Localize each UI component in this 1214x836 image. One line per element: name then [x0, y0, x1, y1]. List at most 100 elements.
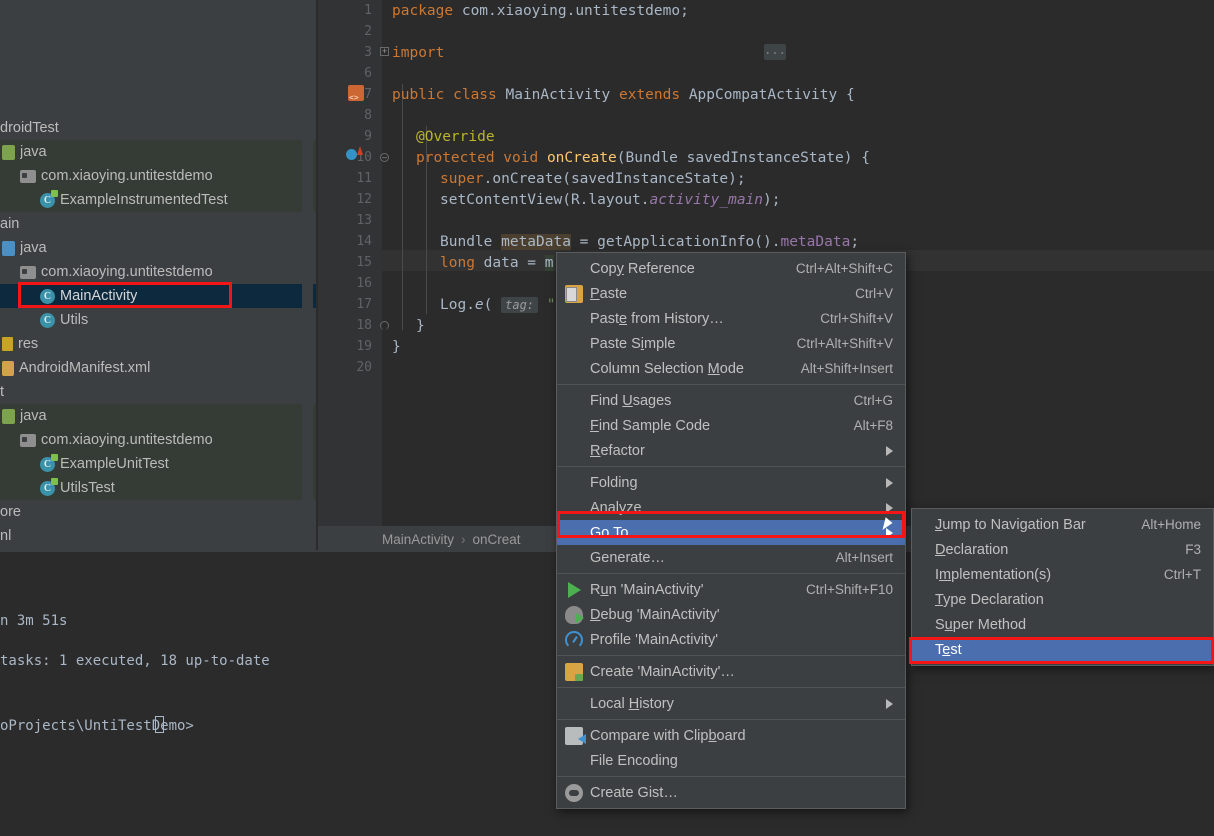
menu-item-analyze[interactable]: Analyze: [557, 495, 905, 520]
menu-item-label: Test: [935, 641, 962, 658]
fold-collapse-icon[interactable]: –: [380, 153, 389, 162]
tree-row[interactable]: com.xiaoying.untitestdemo: [0, 164, 318, 188]
menu-item-paste-from-history[interactable]: Paste from History… Ctrl+Shift+V: [557, 306, 905, 331]
menu-item-label: Copy Reference: [590, 260, 695, 277]
tree-row-label: t: [0, 384, 5, 400]
menu-item-label: Column Selection Mode: [590, 360, 744, 377]
chevron-right-icon: [886, 502, 893, 513]
menu-separator: [557, 687, 905, 688]
compare-icon: [565, 726, 586, 745]
tree-row[interactable]: java: [0, 404, 318, 428]
src-test-icon: [2, 408, 15, 424]
menu-item-label: Compare with Clipboard: [590, 727, 746, 744]
code-line-1: package com.xiaoying.untitestdemo;: [392, 3, 689, 19]
menu-item-go-to[interactable]: Go To: [557, 520, 905, 545]
tree-row[interactable]: C Utils: [0, 308, 318, 332]
menu-item-label: Jump to Navigation Bar: [935, 516, 1086, 533]
menu-item-column-selection-mode[interactable]: Column Selection Mode Alt+Shift+Insert: [557, 356, 905, 381]
menu-item-create-gist[interactable]: Create Gist…: [557, 780, 905, 805]
tree-row[interactable]: AndroidManifest.xml: [0, 356, 318, 380]
code-line-10: protected void onCreate(Bundle savedInst…: [416, 150, 870, 166]
menu-item-compare-with-clipboard[interactable]: Compare with Clipboard: [557, 723, 905, 748]
tree-row-label: ExampleInstrumentedTest: [60, 192, 228, 208]
breadcrumb-item-method[interactable]: onCreat: [473, 532, 521, 547]
menu-item-test[interactable]: Test: [912, 637, 1213, 662]
create-config-icon: [565, 662, 583, 681]
tree-row[interactable]: ain: [0, 212, 318, 236]
menu-item-super-method[interactable]: Super Method: [912, 612, 1213, 637]
tree-row[interactable]: res: [0, 332, 318, 356]
menu-item-profile-mainactivity[interactable]: Profile 'MainActivity': [557, 627, 905, 652]
line-number: 6: [364, 66, 372, 81]
menu-item-copy-reference[interactable]: Copy Reference Ctrl+Alt+Shift+C: [557, 256, 905, 281]
line-number: 1: [364, 3, 372, 18]
test-class-icon: C: [40, 453, 58, 472]
line-number: 8: [364, 108, 372, 123]
class-marker-icon[interactable]: [348, 85, 364, 102]
menu-separator: [557, 776, 905, 777]
menu-item-label: File Encoding: [590, 752, 678, 769]
import-fold-placeholder[interactable]: ...: [764, 44, 786, 60]
line-number: 16: [356, 276, 372, 291]
menu-item-find-sample-code[interactable]: Find Sample Code Alt+F8: [557, 413, 905, 438]
menu-separator: [557, 719, 905, 720]
tree-row[interactable]: java: [0, 236, 318, 260]
menu-item-debug-mainactivity[interactable]: Debug 'MainActivity': [557, 602, 905, 627]
tree-row[interactable]: C ExampleUnitTest: [0, 452, 318, 476]
menu-item-implementation-s[interactable]: Implementation(s) Ctrl+T: [912, 562, 1213, 587]
tree-row[interactable]: C UtilsTest: [0, 476, 318, 500]
fold-expand-icon[interactable]: +: [380, 47, 389, 56]
menu-item-type-declaration[interactable]: Type Declaration: [912, 587, 1213, 612]
menu-item-local-history[interactable]: Local History: [557, 691, 905, 716]
tree-row[interactable]: com.xiaoying.untitestdemo: [0, 260, 318, 284]
annotation-box-mainactivity: [18, 282, 232, 308]
menu-item-file-encoding[interactable]: File Encoding: [557, 748, 905, 773]
tree-row[interactable]: ore: [0, 500, 318, 524]
menu-item-shortcut: F3: [1185, 542, 1201, 557]
menu-item-jump-to-navigation-bar[interactable]: Jump to Navigation Bar Alt+Home: [912, 512, 1213, 537]
menu-item-paste[interactable]: Paste Ctrl+V: [557, 281, 905, 306]
test-class-icon: C: [40, 189, 58, 208]
tree-row[interactable]: com.xiaoying.untitestdemo: [0, 428, 318, 452]
profile-icon: [565, 630, 583, 649]
menu-item-shortcut: Alt+Insert: [835, 550, 893, 565]
tree-row[interactable]: C ExampleInstrumentedTest: [0, 188, 318, 212]
src-icon: [2, 240, 15, 256]
fold-collapse-end-icon[interactable]: [380, 321, 389, 330]
code-line-15: long data = m: [440, 255, 554, 271]
chevron-right-icon: [886, 445, 893, 456]
project-tree-panel[interactable]: nl ore C UtilsTest C ExampleUnitTest com.xiaoy…: [0, 0, 318, 550]
menu-item-generate[interactable]: Generate… Alt+Insert: [557, 545, 905, 570]
override-method-icon[interactable]: [346, 149, 357, 160]
tree-row[interactable]: java: [0, 140, 318, 164]
menu-item-declaration[interactable]: Declaration F3: [912, 537, 1213, 562]
sidebar-scrollbar-track[interactable]: [302, 0, 313, 550]
menu-item-find-usages[interactable]: Find Usages Ctrl+G: [557, 388, 905, 413]
tree-row-label: ore: [0, 504, 21, 520]
code-line-18: }: [416, 318, 425, 334]
paste-icon: [565, 284, 583, 303]
tree-row[interactable]: droidTest: [0, 116, 318, 140]
line-number: 3: [364, 45, 372, 60]
menu-item-shortcut: Alt+Shift+Insert: [800, 361, 893, 376]
menu-item-create-mainactivity[interactable]: Create 'MainActivity'…: [557, 659, 905, 684]
menu-item-paste-simple[interactable]: Paste Simple Ctrl+Alt+Shift+V: [557, 331, 905, 356]
tree-row-label: java: [20, 240, 47, 256]
line-number: 11: [356, 171, 372, 186]
menu-item-label: Type Declaration: [935, 591, 1044, 608]
implementing-method-arrow-icon[interactable]: [357, 146, 363, 155]
breadcrumb-item-class[interactable]: MainActivity: [382, 532, 454, 547]
editor-context-menu[interactable]: Copy Reference Ctrl+Alt+Shift+C Paste Ctrl+…: [556, 252, 906, 809]
menu-item-refactor[interactable]: Refactor: [557, 438, 905, 463]
tree-row-label: java: [20, 144, 47, 160]
tree-row[interactable]: t: [0, 380, 318, 404]
menu-item-shortcut: Ctrl+V: [855, 286, 893, 301]
menu-item-run-mainactivity[interactable]: Run 'MainActivity' Ctrl+Shift+F10: [557, 577, 905, 602]
menu-item-folding[interactable]: Folding: [557, 470, 905, 495]
menu-item-label: Refactor: [590, 442, 645, 459]
go-to-submenu[interactable]: Jump to Navigation Bar Alt+Home Declaratio…: [911, 508, 1214, 666]
editor-gutter[interactable]: 1 2 3 6 7 8 9 10 11 12 13 14 15 16 17 18 19 20: [318, 0, 382, 528]
tree-row[interactable]: nl: [0, 524, 318, 548]
run-icon: [568, 581, 581, 598]
menu-item-label: Go To: [590, 524, 629, 541]
